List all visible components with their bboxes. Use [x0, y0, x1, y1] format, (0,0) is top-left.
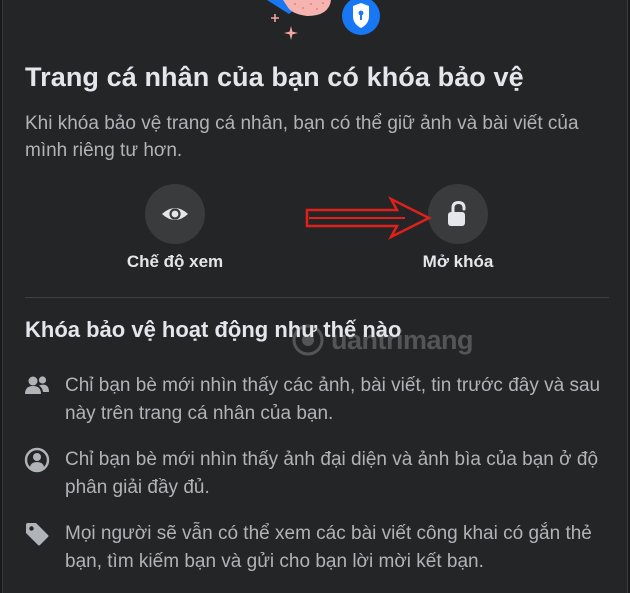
view-mode-label: Chế độ xem [126, 252, 224, 271]
watermark-text: uantrimang [331, 324, 474, 355]
profile-lock-illustration [267, 0, 380, 40]
tag-icon [26, 523, 49, 546]
watermark-logo-icon [292, 324, 324, 356]
red-arrow-annotation [305, 196, 432, 240]
feature-item-public-tags: Mọi người sẽ vẫn có thể xem các bài viết… [23, 520, 619, 576]
view-mode-circle[interactable] [145, 184, 205, 244]
profile-icon [24, 447, 50, 473]
eye-icon [162, 208, 188, 220]
watermark: uantrimang [291, 320, 521, 360]
feature-text-public-tags: Mọi người sẽ vẫn có thể xem các bài viết… [65, 523, 592, 572]
feature-item-friends-only: Chỉ bạn bè mới nhìn thấy các ảnh, bài vi… [23, 372, 619, 428]
dialog-subtitle: Khi khóa bảo vệ trang cá nhân, bạn có th… [25, 113, 579, 161]
view-mode-button[interactable]: Chế độ xem [75, 184, 275, 272]
unlock-icon [448, 200, 466, 226]
divider [25, 297, 609, 298]
unlock-label: Mở khóa [422, 252, 494, 271]
profile-lock-dialog: Trang cá nhân của bạn có khóa bảo vệ Khi… [2, 0, 628, 593]
feature-text-profile-photo: Chỉ bạn bè mới nhìn thấy ảnh đại diện và… [65, 449, 599, 498]
friends-icon [25, 376, 49, 394]
feature-item-profile-photo: Chỉ bạn bè mới nhìn thấy ảnh đại diện và… [23, 446, 619, 502]
dialog-title: Trang cá nhân của bạn có khóa bảo vệ [25, 62, 524, 92]
feature-text-friends-only: Chỉ bạn bè mới nhìn thấy các ảnh, bài vi… [65, 375, 601, 424]
unlock-circle[interactable] [428, 184, 488, 244]
